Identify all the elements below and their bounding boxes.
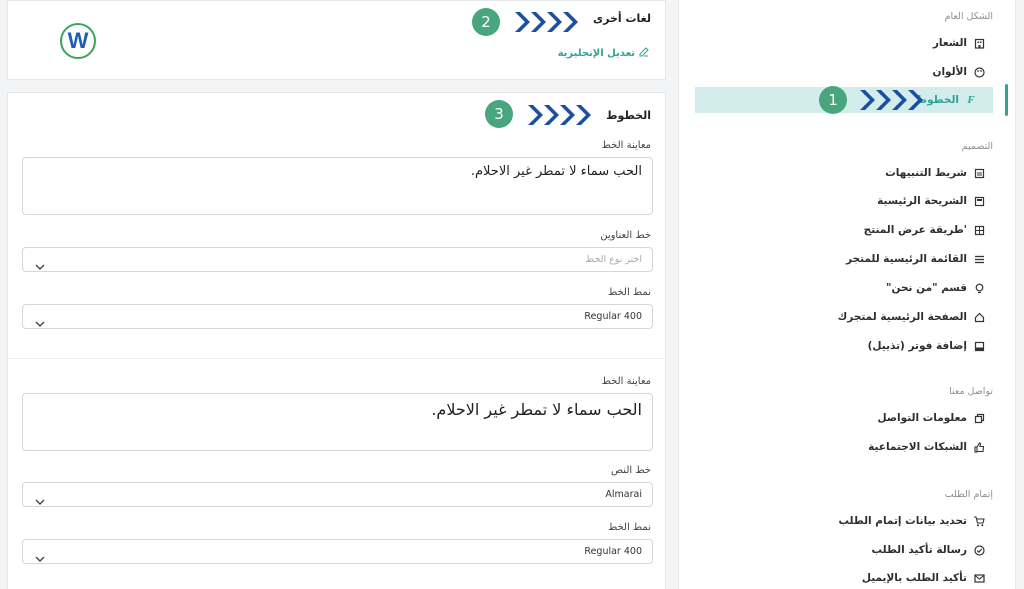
home-icon: [973, 311, 985, 323]
step-badge-2: 2: [472, 8, 500, 36]
sidebar-item-label: شريط التنبيهات: [885, 167, 967, 179]
font-style-value: Regular 400: [584, 311, 642, 322]
sidebar-item-main-slider[interactable]: الشريحة الرئيسية: [877, 195, 985, 207]
sidebar-item-colors[interactable]: الألوان: [932, 66, 985, 78]
sidebar-item-label: قسم "من نحن": [886, 282, 967, 294]
text-font-preview-textarea[interactable]: الحب سماء لا تمطر غير الاحلام.: [22, 393, 653, 451]
sidebar-item-fonts[interactable]: F الخطوط: [916, 94, 977, 106]
menu-icon: [973, 253, 985, 265]
sidebar-item-label: تحديد بيانات إتمام الطلب: [838, 515, 967, 527]
edit-english-label: تعديل الإنجليزية: [557, 48, 635, 59]
font-preview-text: الحب سماء لا تمطر غير الاحلام.: [431, 400, 642, 419]
sidebar-active-indicator: [1005, 84, 1008, 116]
text-font-label: خط النص: [611, 465, 651, 476]
font-icon: F: [967, 94, 975, 106]
fonts-title: الخطوط: [606, 109, 651, 122]
text-font-value: Almarai: [605, 489, 642, 500]
chevron-down-icon: [35, 548, 45, 567]
check-circle-icon: [973, 544, 985, 556]
sidebar-item-order-confirmation[interactable]: رسالة تأكيد الطلب: [872, 544, 985, 556]
grid-icon: [973, 224, 985, 236]
thumbs-up-icon: [973, 441, 985, 453]
sidebar-item-checkout-data[interactable]: تحديد بيانات إتمام الطلب: [838, 515, 985, 527]
chevron-down-icon: [35, 491, 45, 510]
section-checkout: إتمام الطلب: [944, 489, 993, 500]
headings-font-placeholder: اختر نوع الخط: [585, 254, 642, 265]
chevron-down-icon: [35, 256, 45, 275]
edit-english-link[interactable]: تعديل الإنجليزية: [558, 47, 649, 60]
sidebar-item-label: تأكيد الطلب بالإيميل: [861, 572, 967, 584]
sidebar-item-product-view[interactable]: 'طريقة عرض المنتج: [864, 224, 985, 236]
sidebar-item-alerts-bar[interactable]: شريط التنبيهات: [885, 167, 985, 179]
font-style-label: نمط الخط: [607, 287, 651, 298]
section-general-look: الشكل العام: [944, 11, 993, 22]
sidebar-item-label: الشبكات الاجتماعية: [868, 441, 967, 453]
sidebar-item-home-page[interactable]: الصفحة الرئيسية لمتجرك: [838, 311, 985, 323]
sidebar-item-email-confirmation[interactable]: تأكيد الطلب بالإيميل: [862, 572, 985, 584]
bulb-icon: [973, 282, 985, 294]
contact-icon: [973, 412, 985, 424]
font-preview-label: معاينة الخط: [601, 376, 651, 387]
logo: W: [60, 23, 96, 59]
font-preview-label: معاينة الخط: [601, 140, 651, 151]
text-font-style-select[interactable]: Regular 400: [22, 539, 653, 564]
sidebar-item-label: الألوان: [932, 66, 967, 78]
other-languages-title: لغات أخرى: [593, 12, 651, 25]
headings-font-label: خط العناوين: [600, 230, 651, 241]
cart-icon: [973, 515, 985, 527]
mail-icon: [973, 572, 985, 584]
text-font-select[interactable]: Almarai: [22, 482, 653, 507]
font-style-value: Regular 400: [584, 546, 642, 557]
chevrons-arrow-2: [513, 10, 579, 34]
palette-icon: [973, 66, 985, 78]
section-divider: [8, 358, 667, 359]
sidebar-item-about-us[interactable]: قسم "من نحن": [886, 282, 985, 294]
sidebar-item-main-menu[interactable]: القائمة الرئيسية للمتجر: [846, 253, 985, 265]
font-preview-text: الحب سماء لا تمطر غير الاحلام.: [470, 164, 642, 179]
sidebar-item-label: إضافة فوتر (تذييل): [867, 340, 967, 352]
sidebar-item-label: الشريحة الرئيسية: [877, 195, 967, 207]
sidebar-item-label: رسالة تأكيد الطلب: [871, 544, 967, 556]
sidebar-item-label: الشعار: [932, 37, 967, 49]
alert-bar-icon: [973, 167, 985, 179]
sidebar-item-label: معلومات التواصل: [877, 412, 967, 424]
font-style-select[interactable]: Regular 400: [22, 304, 653, 329]
sidebar-item-label: 'طريقة عرض المنتج: [863, 224, 967, 236]
fonts-card: الخطوط معاينة الخط الحب سماء لا تمطر غير…: [7, 92, 667, 589]
section-contact-us: تواصل معنا: [949, 386, 993, 397]
chevron-down-icon: [35, 313, 45, 332]
footer-icon: [973, 340, 985, 352]
font-preview-textarea[interactable]: الحب سماء لا تمطر غير الاحلام.: [22, 157, 653, 215]
headings-font-select[interactable]: اختر نوع الخط: [22, 247, 653, 272]
sidebar-item-label: القائمة الرئيسية للمتجر: [846, 253, 967, 265]
sidebar-item-label: الصفحة الرئيسية لمتجرك: [837, 311, 967, 323]
settings-sidebar: الشكل العام الشعار الألوان F الخطوط التص…: [678, 0, 1016, 589]
step-badge-3: 3: [485, 100, 513, 128]
pencil-icon: [639, 47, 649, 60]
slider-icon: [973, 195, 985, 207]
step-badge-1: 1: [819, 86, 847, 114]
font-style-label: نمط الخط: [607, 522, 651, 533]
logo-letter: W: [67, 28, 89, 53]
chevrons-arrow-3: [526, 103, 592, 127]
sidebar-item-contact-info[interactable]: معلومات التواصل: [878, 412, 985, 424]
building-icon: [973, 37, 985, 49]
section-design: التصميم: [961, 141, 993, 152]
sidebar-item-footer[interactable]: إضافة فوتر (تذييل): [868, 340, 985, 352]
sidebar-item-logo[interactable]: الشعار: [933, 37, 985, 49]
chevrons-arrow-1: [858, 88, 924, 112]
sidebar-item-social-networks[interactable]: الشبكات الاجتماعية: [868, 441, 985, 453]
